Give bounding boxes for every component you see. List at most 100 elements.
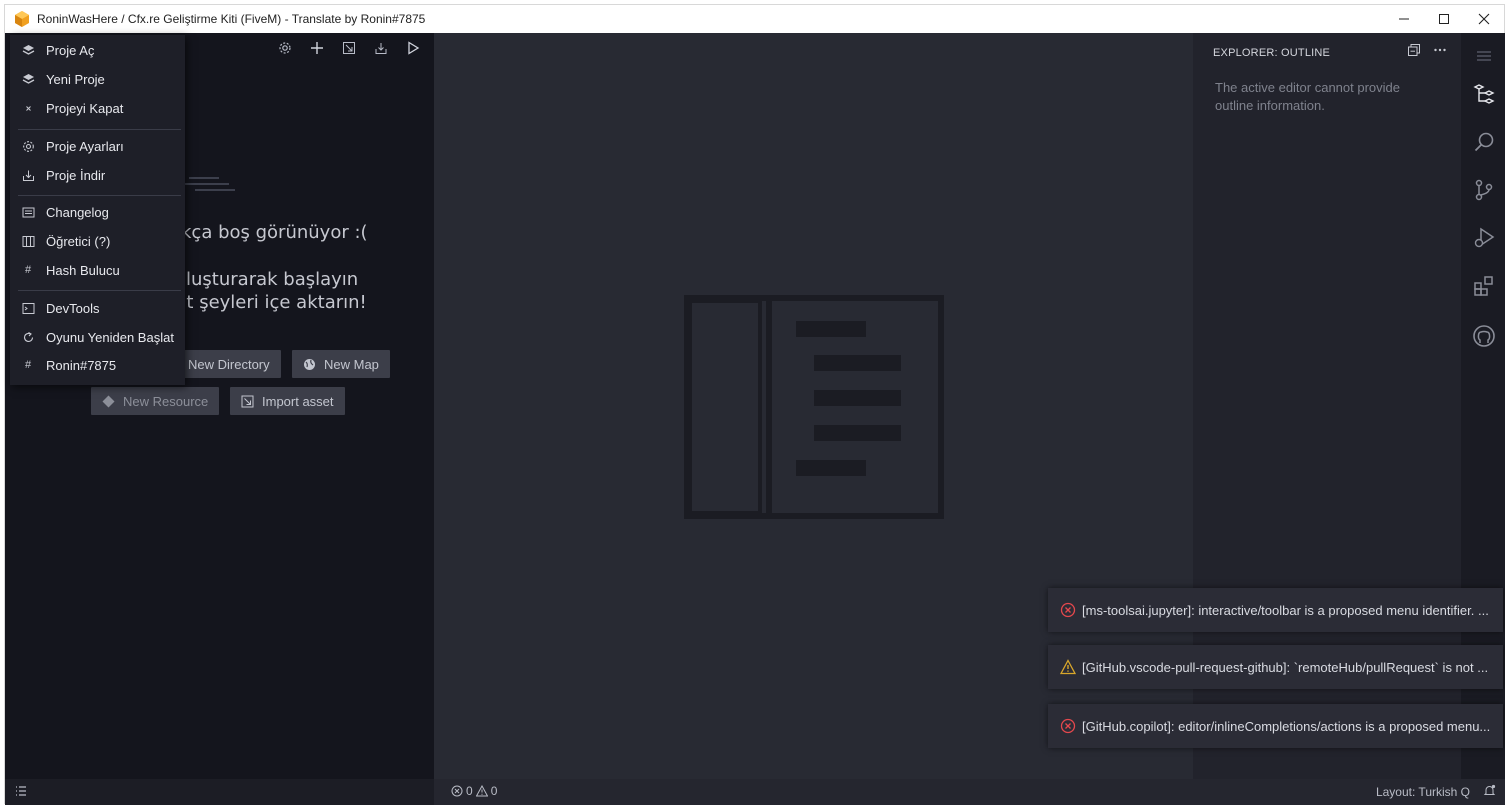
menu-item-label: Ronin#7875 — [46, 357, 117, 373]
problems-indicator[interactable]: 0 0 — [451, 784, 497, 798]
outline-header: EXPLORER: OUTLINE — [1213, 47, 1331, 59]
notification-toast[interactable]: [ms-toolsai.jupyter]: interactive/toolba… — [1048, 588, 1503, 632]
new-resource-button[interactable]: New Resource — [91, 387, 220, 415]
status-bar-editor-section — [434, 779, 1505, 805]
menu-item-close-project[interactable]: Projeyi Kapat — [10, 95, 185, 121]
gear-icon — [279, 42, 291, 54]
close-icon — [1478, 13, 1490, 25]
notification-text: [GitHub.copilot]: editor/inlineCompletio… — [1082, 718, 1491, 734]
menu-item-label: Öğretici (?) — [46, 233, 111, 249]
minimize-button[interactable] — [1384, 5, 1424, 33]
menu-item-label: Proje Ayarları — [46, 138, 124, 154]
collapse-all-icon[interactable] — [1407, 43, 1421, 57]
hash-icon: # — [24, 264, 32, 276]
close-icon — [25, 105, 31, 111]
outline-icon — [1472, 84, 1495, 104]
project-menu: Proje Aç Yeni Proje Projeyi Kapat Proje … — [10, 35, 185, 385]
editor-placeholder-icon — [684, 295, 944, 519]
menu-item-label: Projeyi Kapat — [46, 100, 124, 116]
menu-separator — [18, 129, 181, 130]
activity-github[interactable] — [1461, 313, 1505, 359]
download-button[interactable] — [372, 39, 390, 57]
import-asset-label: Import asset — [262, 393, 334, 409]
error-count-icon — [451, 785, 463, 797]
import-icon — [241, 395, 254, 407]
menu-item-label: Oyunu Yeniden Başlat — [46, 329, 174, 345]
new-map-button[interactable]: New Map — [292, 350, 390, 378]
sidebar-list-toggle[interactable] — [15, 785, 27, 800]
menu-separator — [18, 195, 181, 196]
menu-icon — [1476, 51, 1491, 61]
menu-item-label: Hash Bulucu — [46, 262, 120, 278]
activity-extensions[interactable] — [1461, 263, 1505, 309]
error-count: 0 — [466, 784, 473, 798]
activity-run-debug[interactable] — [1461, 215, 1505, 261]
app-logo-icon — [15, 11, 29, 27]
activity-search[interactable] — [1461, 119, 1505, 165]
menu-item-changelog[interactable]: Changelog — [10, 199, 185, 225]
notifications-button[interactable] — [1483, 784, 1496, 800]
restart-icon — [23, 331, 33, 342]
menu-item-restart-game[interactable]: Oyunu Yeniden Başlat — [10, 324, 185, 350]
book-icon — [22, 235, 34, 247]
bell-icon — [1483, 784, 1496, 795]
warning-count-icon — [475, 785, 488, 797]
warning-icon — [1060, 659, 1076, 675]
activity-outline[interactable] — [1461, 71, 1505, 117]
download-icon — [375, 43, 387, 54]
empty-message-hint: oluşturarak başlayın ut şeyleri içe akta… — [175, 268, 367, 314]
menu-item-label: Proje Aç — [46, 42, 95, 58]
menu-item-download-project[interactable]: Proje İndir — [10, 162, 185, 188]
activity-source-control[interactable] — [1461, 167, 1505, 213]
status-bar: 0 0 Layout: Turkish Q — [5, 779, 1505, 805]
maximize-button[interactable] — [1424, 5, 1464, 33]
outline-actions — [1407, 43, 1447, 57]
source-control-icon — [1475, 179, 1492, 201]
settings-button[interactable] — [276, 39, 294, 57]
terminal-icon — [22, 302, 34, 314]
menu-item-open-project[interactable]: Proje Aç — [10, 37, 185, 63]
keyboard-layout-indicator[interactable]: Layout: Turkish Q — [1376, 785, 1470, 799]
import-button[interactable] — [340, 39, 358, 57]
list-icon — [16, 786, 26, 796]
menu-item-author[interactable]: # Ronin#7875 — [10, 352, 185, 378]
title-bar: RoninWasHere / Cfx.re Geliştirme Kiti (F… — [5, 5, 1504, 33]
diamond-icon — [102, 395, 115, 407]
empty-illustration-icon — [181, 177, 235, 191]
import-asset-button[interactable]: Import asset — [230, 387, 345, 415]
new-directory-button[interactable]: New Directory — [177, 350, 281, 378]
hash-icon: # — [24, 359, 32, 371]
gear-icon — [22, 140, 34, 152]
menu-separator — [18, 290, 181, 291]
new-directory-label: New Directory — [188, 356, 270, 372]
menu-item-label: Proje İndir — [46, 167, 106, 183]
outline-empty-message: The active editor cannot provide outline… — [1215, 80, 1400, 113]
run-button[interactable] — [404, 39, 422, 57]
menu-item-label: Yeni Proje — [46, 71, 105, 87]
error-icon — [1060, 602, 1076, 618]
layers-icon — [22, 73, 34, 84]
more-actions-icon[interactable] — [1433, 43, 1447, 57]
notification-toast[interactable]: [GitHub.copilot]: editor/inlineCompletio… — [1048, 704, 1503, 748]
extensions-icon — [1473, 276, 1493, 296]
download-icon — [22, 170, 34, 181]
run-debug-icon — [1474, 227, 1494, 248]
github-icon — [1472, 325, 1495, 347]
menu-item-project-settings[interactable]: Proje Ayarları — [10, 133, 185, 159]
layers-icon — [22, 44, 34, 55]
new-map-label: New Map — [324, 356, 379, 372]
menu-item-devtools[interactable]: DevTools — [10, 295, 185, 321]
menu-item-label: DevTools — [46, 300, 100, 316]
menu-item-new-project[interactable]: Yeni Proje — [10, 66, 185, 92]
changelog-icon — [22, 207, 34, 217]
globe-icon — [304, 358, 315, 370]
menu-item-hash-finder[interactable]: # Hash Bulucu — [10, 257, 185, 283]
search-icon — [1474, 132, 1493, 152]
close-button[interactable] — [1464, 5, 1504, 33]
error-icon — [1060, 718, 1076, 734]
maximize-icon — [1439, 14, 1449, 24]
menu-item-tutorial[interactable]: Öğretici (?) — [10, 228, 185, 254]
notification-toast[interactable]: [GitHub.vscode-pull-request-github]: `re… — [1048, 645, 1503, 689]
add-button[interactable] — [308, 39, 326, 57]
window-title: RoninWasHere / Cfx.re Geliştirme Kiti (F… — [37, 12, 426, 26]
